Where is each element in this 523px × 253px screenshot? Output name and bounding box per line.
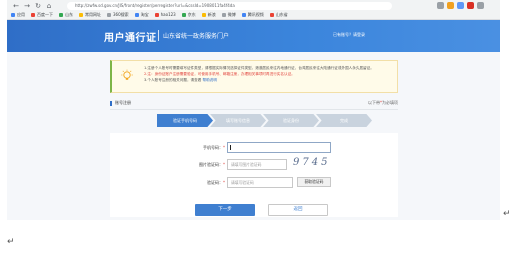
text-caret bbox=[230, 145, 231, 150]
bookmark-favicon-icon bbox=[134, 13, 139, 17]
brand-subtitle: 山东省统一政务服务门户 bbox=[163, 33, 230, 40]
bookmark-item[interactable]: 微博 bbox=[221, 11, 236, 19]
bookmark-item[interactable]: 360搜索 bbox=[107, 11, 129, 19]
paragraph-return-mark: ↵ bbox=[7, 237, 15, 247]
sms-code-label-text: 验证码： bbox=[207, 180, 223, 185]
bookmark-favicon-icon bbox=[269, 13, 274, 17]
bookmark-item[interactable]: 山东 bbox=[59, 11, 73, 19]
step-verify-phone: 验证手机号码 bbox=[157, 114, 213, 127]
bookmark-label: 常用网址 bbox=[85, 12, 101, 17]
bookmark-item[interactable]: 山东省 bbox=[269, 11, 288, 19]
bookmark-item[interactable]: 淘宝 bbox=[134, 11, 149, 19]
next-button[interactable]: 下一步 bbox=[195, 204, 255, 216]
reload-icon[interactable]: ↻ bbox=[34, 2, 42, 10]
bookmark-favicon-icon bbox=[154, 13, 159, 17]
required-star: * bbox=[223, 180, 225, 185]
bookmark-favicon-icon bbox=[11, 13, 15, 17]
captcha-label-text: 图片验证码： bbox=[199, 162, 223, 167]
browser-toolbar: ← → ↻ ⌂ http://zwfw.sd.gov.cn/JIS/front/… bbox=[7, 0, 500, 20]
login-link[interactable]: 已有账号？请登录 bbox=[333, 32, 365, 38]
bookmark-label: hao123 bbox=[160, 12, 176, 17]
forward-arrow-icon[interactable]: → bbox=[23, 2, 31, 10]
bookmark-label: 新浪 bbox=[207, 12, 216, 17]
bookmark-item[interactable]: 应用 bbox=[11, 11, 25, 19]
bookmark-label: 腾讯视频 bbox=[247, 12, 264, 17]
notice-line-3: 3.个人账号注册的相关问题，请查看 帮助说明 bbox=[144, 77, 394, 83]
bookmark-item[interactable]: 腾讯视频 bbox=[241, 11, 264, 19]
bookmark-label: 山东 bbox=[65, 12, 73, 17]
section-divider bbox=[110, 109, 398, 110]
section-header: 账号注册 以下带*为必填项 bbox=[110, 99, 398, 107]
address-bar[interactable]: http://zwfw.sd.gov.cn/JIS/front/register… bbox=[67, 2, 392, 10]
required-note-prefix: 以下带 bbox=[368, 100, 380, 105]
bookmark-favicon-icon bbox=[221, 13, 226, 17]
step-complete: 完成 bbox=[316, 114, 372, 127]
bookmark-item[interactable]: hao123 bbox=[154, 11, 176, 19]
paragraph-return-mark: ↵ bbox=[503, 209, 511, 219]
bookmark-favicon-icon bbox=[59, 13, 63, 17]
captcha-label: 图片验证码：* bbox=[165, 162, 225, 168]
get-sms-code-button[interactable]: 获取验证码 bbox=[297, 177, 331, 187]
help-link[interactable]: 帮助说明 bbox=[203, 78, 217, 82]
brand-divider bbox=[158, 30, 159, 41]
sms-code-label: 验证码：* bbox=[165, 180, 225, 186]
bookmark-favicon-icon bbox=[201, 13, 206, 17]
extension-icon[interactable] bbox=[467, 2, 474, 9]
browser-screenshot: ← → ↻ ⌂ http://zwfw.sd.gov.cn/JIS/front/… bbox=[7, 0, 500, 220]
bookmark-label: 淘宝 bbox=[140, 12, 149, 17]
bookmark-favicon-icon bbox=[181, 13, 186, 17]
notice-text: 1.注册个人账号时需要填写证件类型，请根据实际情况选择证件类型。港澳居民来往内地… bbox=[144, 65, 394, 83]
bookmark-favicon-icon bbox=[31, 13, 35, 17]
phone-label: 手机号码：* bbox=[165, 145, 225, 151]
required-star: * bbox=[223, 145, 225, 150]
register-form: 手机号码：* 图片验证码：* 请填写图片验证码 9745 验证码：* 请填写验证… bbox=[110, 133, 398, 217]
portal-header: 用户通行证 山东省统一政务服务门户 已有账号？请登录 bbox=[7, 20, 500, 52]
bookmark-label: 360搜索 bbox=[113, 12, 129, 17]
step-account-info: 填写账号信息 bbox=[210, 114, 266, 127]
required-note: 以下带*为必填项 bbox=[368, 99, 398, 107]
home-icon[interactable]: ⌂ bbox=[45, 2, 53, 10]
required-note-suffix: 为必填项 bbox=[382, 100, 398, 105]
extension-icon[interactable] bbox=[447, 2, 454, 9]
bookmark-favicon-icon bbox=[107, 13, 111, 17]
captcha-image[interactable]: 9745 bbox=[293, 157, 331, 171]
captcha-input[interactable]: 请填写图片验证码 bbox=[227, 159, 287, 170]
notice-line-3-text: 3.个人账号注册的相关问题，请查看 bbox=[144, 78, 202, 82]
brand-title: 用户通行证 bbox=[104, 33, 157, 44]
bookmark-item[interactable]: 京东 bbox=[181, 11, 196, 19]
bookmark-label: 京东 bbox=[187, 12, 196, 17]
back-arrow-icon[interactable]: ← bbox=[12, 2, 20, 10]
extension-icon[interactable] bbox=[457, 2, 464, 9]
section-marker bbox=[110, 100, 112, 106]
bookmarks-bar: 应用 百度一下 山东 常用网址 360搜索 淘宝 hao123 京东 新浪 微博 腾讯视频 山东省 bbox=[11, 11, 491, 19]
bookmark-label: 微博 bbox=[227, 12, 236, 17]
bookmark-label: 应用 bbox=[17, 12, 25, 17]
required-star: * bbox=[223, 162, 225, 167]
phone-input[interactable] bbox=[227, 142, 331, 153]
extension-icon[interactable] bbox=[437, 2, 444, 9]
bookmark-item[interactable]: 新浪 bbox=[201, 11, 216, 19]
lightbulb-icon bbox=[121, 69, 133, 80]
bookmark-item[interactable]: 百度一下 bbox=[31, 11, 53, 19]
phone-label-text: 手机号码： bbox=[203, 145, 223, 150]
bookmark-label: 百度一下 bbox=[37, 12, 53, 17]
step-verify-identity: 验证身份 bbox=[263, 114, 319, 127]
section-title: 账号注册 bbox=[115, 100, 131, 105]
bookmark-label: 山东省 bbox=[275, 12, 288, 17]
bookmark-item[interactable]: 常用网址 bbox=[79, 11, 101, 19]
bookmark-favicon-icon bbox=[79, 13, 83, 17]
sms-code-input[interactable]: 请填写验证码 bbox=[227, 177, 293, 188]
back-button[interactable]: 返回 bbox=[268, 204, 328, 216]
notice-box: 1.注册个人账号时需要填写证件类型，请根据实际情况选择证件类型。港澳居民来往内地… bbox=[110, 60, 398, 93]
menu-icon[interactable] bbox=[477, 2, 484, 9]
bookmark-favicon-icon bbox=[241, 13, 246, 17]
